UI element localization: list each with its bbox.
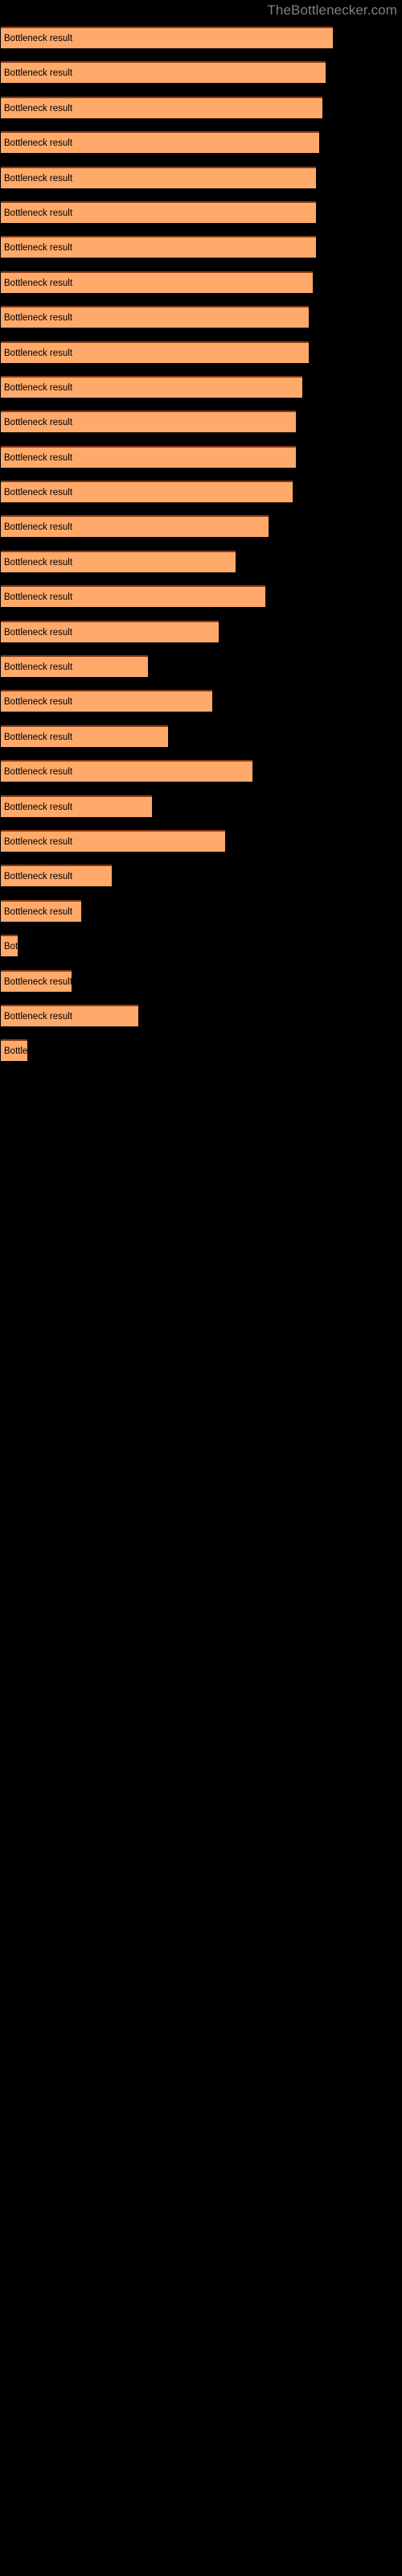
bar-row: Bottleneck result	[0, 55, 402, 89]
bar-row: Bottleneck result	[0, 683, 402, 718]
bar-label: Bottleneck result	[4, 278, 73, 288]
bar: Bottleneck result	[1, 411, 296, 433]
bar-row: Bottleneck result	[0, 369, 402, 404]
bar: Bottleneck result	[1, 306, 310, 328]
bar-label: Bottleneck result	[4, 942, 18, 952]
bar-label: Bottleneck result	[4, 243, 73, 254]
bar: Bottleneck result	[1, 61, 326, 84]
bar-label: Bottleneck result	[4, 663, 73, 673]
bar-row: Bottleneck result	[0, 928, 402, 963]
bar-label: Bottleneck result	[4, 138, 73, 149]
bar-label: Bottleneck result	[4, 592, 73, 603]
bar: Bottleneck result	[1, 620, 219, 642]
bar: Bottleneck result	[1, 375, 302, 398]
bar: Bottleneck result	[1, 935, 18, 957]
bar-label: Bottleneck result	[4, 836, 73, 847]
bar-label: Bottleneck result	[4, 627, 73, 638]
bar: Bottleneck result	[1, 341, 310, 363]
bar: Bottleneck result	[1, 690, 212, 712]
bar-row: Bottleneck result	[0, 1033, 402, 1067]
bar: Bottleneck result	[1, 865, 112, 887]
bar-row: Bottleneck result	[0, 998, 402, 1033]
bar-row: Bottleneck result	[0, 404, 402, 439]
bar-label: Bottleneck result	[4, 488, 73, 498]
bar-row: Bottleneck result	[0, 964, 402, 998]
bar: Bottleneck result	[1, 270, 313, 293]
bar-label: Bottleneck result	[4, 103, 73, 114]
bar: Bottleneck result	[1, 655, 149, 678]
bar-row: Bottleneck result	[0, 544, 402, 579]
bar-row: Bottleneck result	[0, 90, 402, 125]
bottleneck-bar-chart: Bottleneck result Bottleneck result Bottle…	[0, 20, 402, 1068]
bar-label: Bottleneck result	[4, 767, 73, 778]
bar-row: Bottleneck result	[0, 335, 402, 369]
bar: Bottleneck result	[1, 760, 252, 782]
bar-label: Bottleneck result	[4, 976, 72, 987]
bar: Bottleneck result	[1, 724, 169, 747]
bar: Bottleneck result	[1, 795, 152, 817]
bar: Bottleneck result	[1, 969, 72, 992]
bar-label: Bottleneck result	[4, 522, 73, 533]
bar-label: Bottleneck result	[4, 1011, 73, 1022]
bar-label: Bottleneck result	[4, 452, 73, 463]
bar-row: Bottleneck result	[0, 509, 402, 543]
bar-row: Bottleneck result	[0, 474, 402, 509]
bar-row: Bottleneck result	[0, 858, 402, 893]
bar-label: Bottleneck result	[4, 173, 73, 184]
bar: Bottleneck result	[1, 515, 269, 538]
bar-row: Bottleneck result	[0, 20, 402, 55]
bar-row: Bottleneck result	[0, 299, 402, 334]
bar-label: Bottleneck result	[4, 34, 73, 43]
bar-label: Bottleneck result	[4, 418, 73, 428]
bar-row: Bottleneck result	[0, 579, 402, 613]
bar-row: Bottleneck result	[0, 719, 402, 753]
bar: Bottleneck result	[1, 131, 319, 154]
bar: Bottleneck result	[1, 27, 333, 48]
bar-label: Bottleneck result	[4, 872, 73, 882]
bar-label: Bottleneck result	[4, 68, 73, 79]
bar: Bottleneck result	[1, 1039, 28, 1062]
bar-label: Bottleneck result	[4, 313, 73, 324]
bar-label: Bottleneck result	[4, 348, 73, 358]
bar-row: Bottleneck result	[0, 229, 402, 264]
bar-row: Bottleneck result	[0, 125, 402, 159]
bar-label: Bottleneck result	[4, 557, 73, 568]
bar-label: Bottleneck result	[4, 906, 73, 917]
bar: Bottleneck result	[1, 236, 316, 258]
bar: Bottleneck result	[1, 829, 226, 852]
bar-row: Bottleneck result	[0, 160, 402, 195]
bar-row: Bottleneck result	[0, 894, 402, 928]
bar-row: Bottleneck result	[0, 789, 402, 824]
bar: Bottleneck result	[1, 200, 316, 223]
bar-label: Bottleneck result	[4, 802, 73, 812]
bar: Bottleneck result	[1, 166, 316, 188]
bar-row: Bottleneck result	[0, 440, 402, 474]
site-watermark: TheBottlenecker.com	[267, 2, 397, 18]
bar: Bottleneck result	[1, 550, 236, 572]
bar-label: Bottleneck result	[4, 208, 73, 218]
bar-label: Bottleneck result	[4, 382, 73, 393]
bar-row: Bottleneck result	[0, 753, 402, 788]
bar-row: Bottleneck result	[0, 649, 402, 683]
bar: Bottleneck result	[1, 96, 322, 118]
bar-label: Bottleneck result	[4, 697, 73, 708]
bar: Bottleneck result	[1, 585, 266, 608]
bar-label: Bottleneck result	[4, 732, 73, 742]
bar-row: Bottleneck result	[0, 614, 402, 649]
bar: Bottleneck result	[1, 899, 81, 922]
bar: Bottleneck result	[1, 445, 296, 468]
bar-row: Bottleneck result	[0, 265, 402, 299]
bar: Bottleneck result	[1, 481, 293, 503]
bar-row: Bottleneck result	[0, 195, 402, 229]
bar-row: Bottleneck result	[0, 824, 402, 858]
bar: Bottleneck result	[1, 1004, 138, 1026]
bar-label: Bottleneck result	[4, 1046, 28, 1057]
